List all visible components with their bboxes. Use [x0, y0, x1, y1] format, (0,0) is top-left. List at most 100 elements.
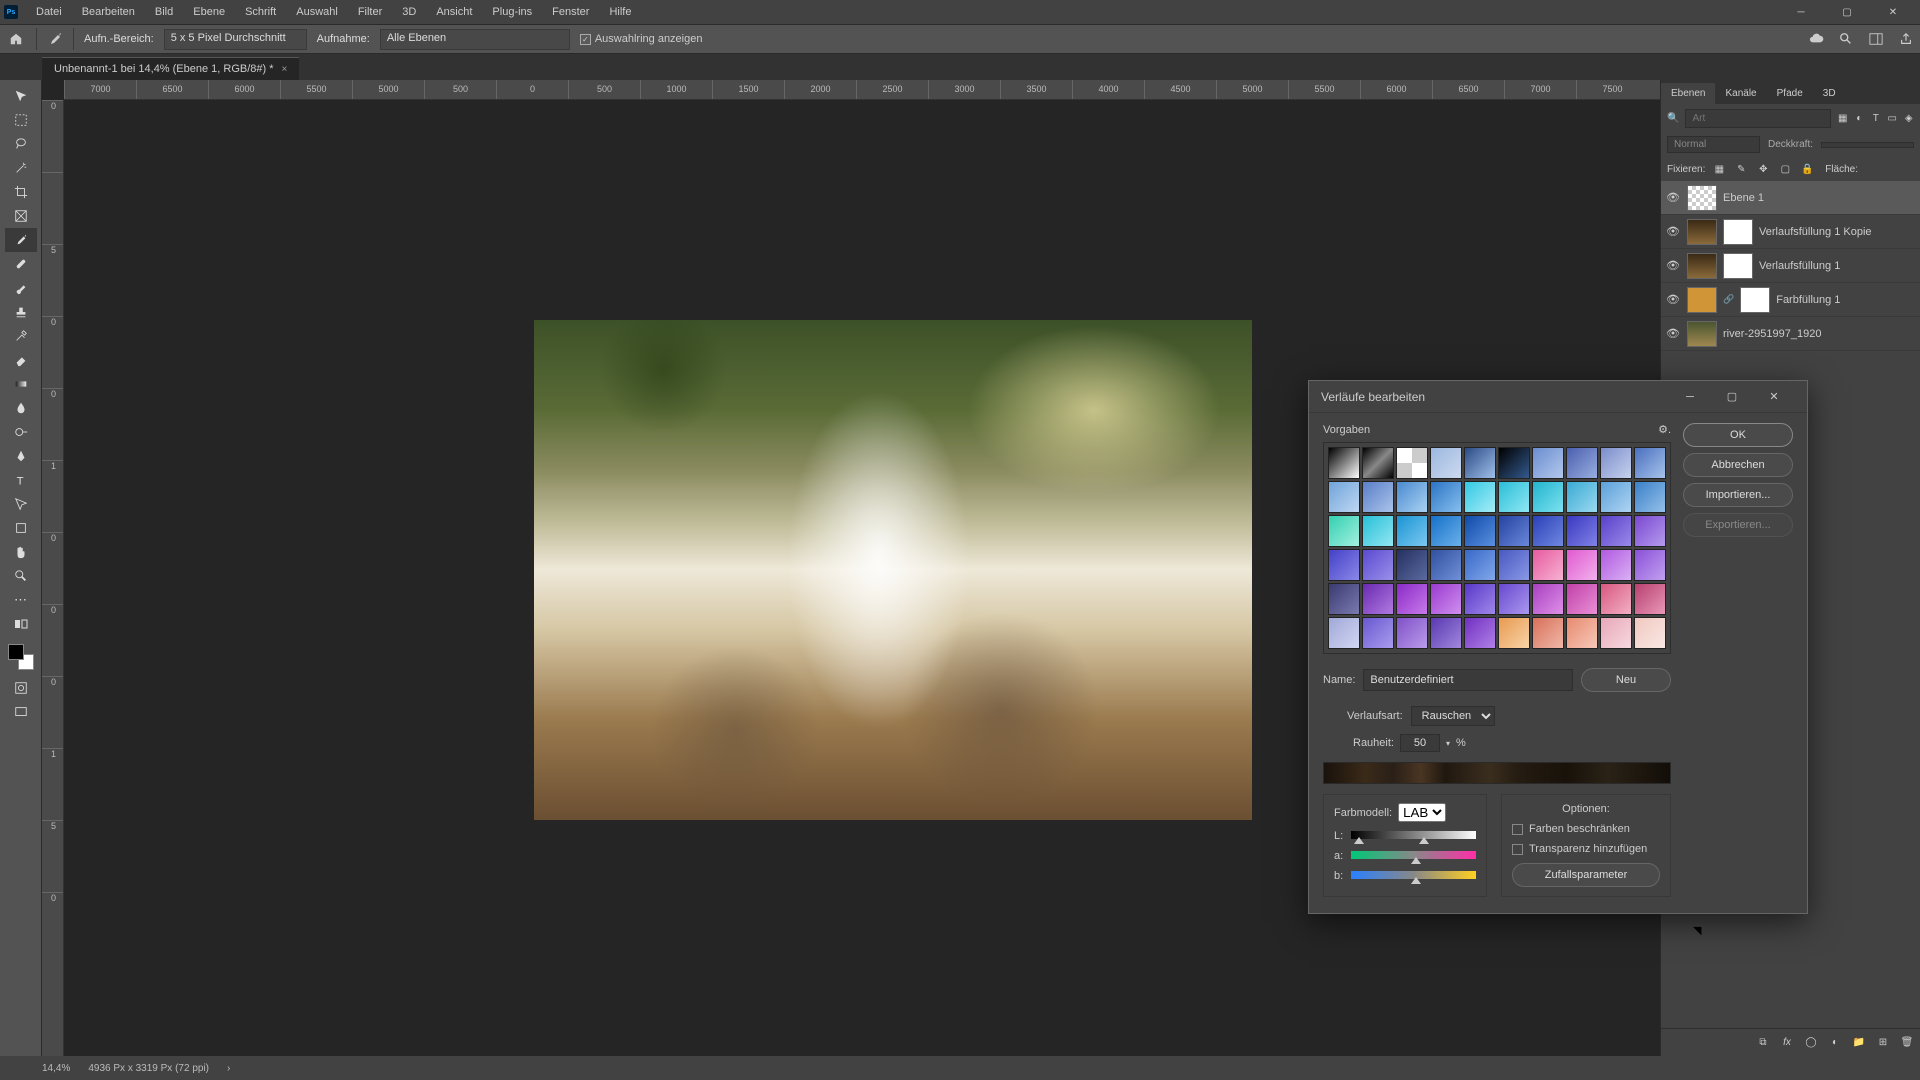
- color-swatches[interactable]: [8, 644, 34, 670]
- doc-info-chevron[interactable]: ›: [227, 1063, 230, 1074]
- share-icon[interactable]: [1898, 31, 1914, 47]
- preset-swatch[interactable]: [1498, 515, 1530, 547]
- lock-pixels-icon[interactable]: ▦: [1711, 161, 1727, 177]
- home-icon[interactable]: [6, 29, 26, 49]
- lock-all-icon[interactable]: 🔒: [1799, 161, 1815, 177]
- a-slider[interactable]: [1351, 851, 1476, 861]
- preset-swatch[interactable]: [1362, 617, 1394, 649]
- preset-swatch[interactable]: [1362, 515, 1394, 547]
- preset-swatch[interactable]: [1498, 447, 1530, 479]
- layer-row[interactable]: 👁 Verlaufsfüllung 1 Kopie: [1661, 215, 1920, 249]
- filter-icon[interactable]: 🔍: [1667, 110, 1679, 126]
- tab-layers[interactable]: Ebenen: [1661, 83, 1715, 104]
- heal-tool[interactable]: [5, 252, 37, 276]
- lasso-tool[interactable]: [5, 132, 37, 156]
- preset-swatch[interactable]: [1498, 549, 1530, 581]
- sample-of-select[interactable]: Alle Ebenen: [380, 29, 570, 50]
- path-select-tool[interactable]: [5, 492, 37, 516]
- doc-info[interactable]: 4936 Px x 3319 Px (72 ppi): [88, 1063, 209, 1074]
- pen-tool[interactable]: [5, 444, 37, 468]
- layer-search-input[interactable]: [1685, 109, 1831, 128]
- dodge-tool[interactable]: [5, 420, 37, 444]
- preset-swatch[interactable]: [1328, 481, 1360, 513]
- search-icon[interactable]: [1838, 31, 1854, 47]
- preset-swatch[interactable]: [1634, 515, 1666, 547]
- menu-window[interactable]: Fenster: [542, 2, 599, 22]
- layer-mask-thumb[interactable]: [1740, 287, 1770, 313]
- edit-toolbar[interactable]: [5, 612, 37, 636]
- wand-tool[interactable]: [5, 156, 37, 180]
- crop-tool[interactable]: [5, 180, 37, 204]
- menu-filter[interactable]: Filter: [348, 2, 392, 22]
- filter-shape-icon[interactable]: ▭: [1887, 110, 1898, 126]
- hand-tool[interactable]: [5, 540, 37, 564]
- preset-swatch[interactable]: [1532, 481, 1564, 513]
- screenmode-tool[interactable]: [5, 700, 37, 724]
- layer-name[interactable]: Verlaufsfüllung 1: [1759, 260, 1840, 272]
- frame-tool[interactable]: [5, 204, 37, 228]
- show-ring-checkbox[interactable]: ✓Auswahlring anzeigen: [580, 33, 703, 45]
- preset-swatch[interactable]: [1362, 481, 1394, 513]
- brush-tool[interactable]: [5, 276, 37, 300]
- tab-channels[interactable]: Kanäle: [1715, 83, 1766, 104]
- preset-swatch[interactable]: [1430, 481, 1462, 513]
- visibility-icon[interactable]: 👁: [1665, 191, 1681, 204]
- gradient-name-input[interactable]: [1363, 669, 1573, 691]
- layer-mask-icon[interactable]: ◯: [1804, 1036, 1818, 1050]
- preset-swatch[interactable]: [1498, 583, 1530, 615]
- preset-swatch[interactable]: [1532, 583, 1564, 615]
- shape-tool[interactable]: [5, 516, 37, 540]
- new-gradient-button[interactable]: Neu: [1581, 668, 1671, 692]
- preset-swatch[interactable]: [1430, 447, 1462, 479]
- menu-plugins[interactable]: Plug-ins: [482, 2, 542, 22]
- preset-swatch[interactable]: [1566, 447, 1598, 479]
- menu-select[interactable]: Auswahl: [286, 2, 348, 22]
- preset-swatch[interactable]: [1566, 515, 1598, 547]
- layer-thumb[interactable]: [1687, 287, 1717, 313]
- dialog-close-button[interactable]: ✕: [1753, 382, 1795, 412]
- preset-swatch[interactable]: [1362, 447, 1394, 479]
- blend-mode-select[interactable]: Normal: [1667, 136, 1760, 153]
- preset-swatch[interactable]: [1600, 617, 1632, 649]
- gradient-type-select[interactable]: Rauschen: [1411, 706, 1495, 726]
- document-tab[interactable]: Unbenannt-1 bei 14,4% (Ebene 1, RGB/8#) …: [42, 57, 299, 80]
- close-button[interactable]: ✕: [1870, 0, 1916, 24]
- preset-swatch[interactable]: [1634, 447, 1666, 479]
- preset-swatch[interactable]: [1328, 447, 1360, 479]
- type-tool[interactable]: T: [5, 468, 37, 492]
- preset-swatch[interactable]: [1600, 549, 1632, 581]
- preset-swatch[interactable]: [1328, 515, 1360, 547]
- visibility-icon[interactable]: 👁: [1665, 225, 1681, 238]
- ok-button[interactable]: OK: [1683, 423, 1793, 447]
- cloud-icon[interactable]: [1808, 31, 1824, 47]
- preset-swatch[interactable]: [1532, 549, 1564, 581]
- delete-layer-icon[interactable]: 🗑: [1900, 1036, 1914, 1050]
- lock-paint-icon[interactable]: ✎: [1733, 161, 1749, 177]
- blur-tool[interactable]: [5, 396, 37, 420]
- history-brush-tool[interactable]: [5, 324, 37, 348]
- lock-position-icon[interactable]: ✥: [1755, 161, 1771, 177]
- preset-swatch[interactable]: [1396, 583, 1428, 615]
- preset-swatch[interactable]: [1634, 481, 1666, 513]
- layer-thumb[interactable]: [1687, 185, 1717, 211]
- filter-pixel-icon[interactable]: ▦: [1837, 110, 1848, 126]
- preset-swatch[interactable]: [1498, 617, 1530, 649]
- preset-swatch[interactable]: [1464, 447, 1496, 479]
- menu-image[interactable]: Bild: [145, 2, 183, 22]
- minimize-button[interactable]: ─: [1778, 0, 1824, 24]
- preset-swatch[interactable]: [1396, 481, 1428, 513]
- gradient-tool[interactable]: [5, 372, 37, 396]
- randomize-button[interactable]: Zufallsparameter: [1512, 863, 1660, 887]
- menu-layer[interactable]: Ebene: [183, 2, 235, 22]
- visibility-icon[interactable]: 👁: [1665, 293, 1681, 306]
- preset-swatch[interactable]: [1566, 481, 1598, 513]
- zoom-readout[interactable]: 14,4%: [42, 1063, 70, 1074]
- preset-swatch[interactable]: [1464, 515, 1496, 547]
- marquee-tool[interactable]: [5, 108, 37, 132]
- filter-smart-icon[interactable]: ◈: [1904, 110, 1915, 126]
- preset-swatch[interactable]: [1532, 447, 1564, 479]
- preset-swatch[interactable]: [1430, 617, 1462, 649]
- preset-swatch[interactable]: [1464, 549, 1496, 581]
- layer-row[interactable]: 👁 Verlaufsfüllung 1: [1661, 249, 1920, 283]
- layer-thumb[interactable]: [1687, 253, 1717, 279]
